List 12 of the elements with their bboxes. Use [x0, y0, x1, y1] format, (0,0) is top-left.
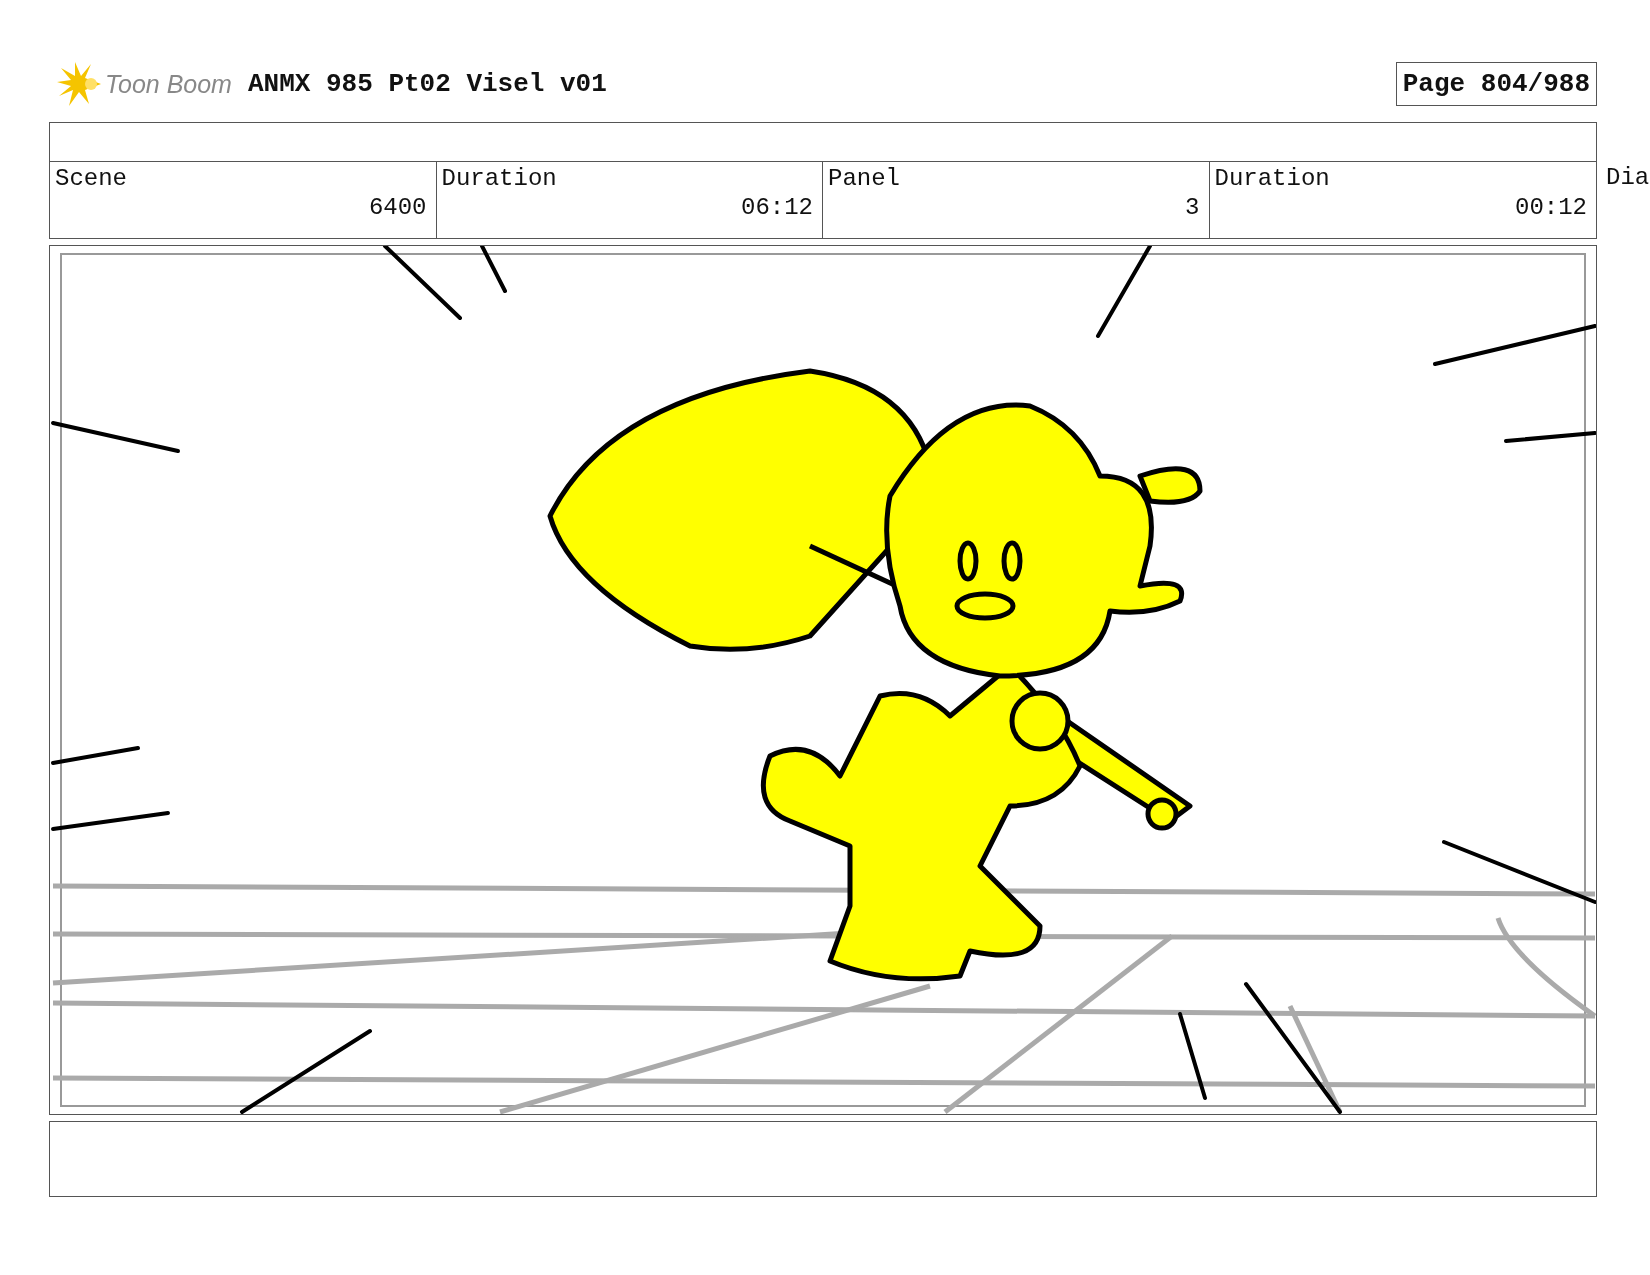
field-value: 6400 — [368, 194, 427, 221]
field-value: 00:12 — [1515, 194, 1587, 221]
field-label: Dia — [1606, 164, 1650, 191]
field-label: Scene — [55, 165, 127, 192]
page-number: Page 804/988 — [1395, 62, 1597, 106]
field-label: Duration — [441, 165, 557, 192]
field-label: Panel — [828, 165, 900, 192]
field-label: Duration — [1214, 165, 1330, 192]
logo-text: Toon Boom — [105, 69, 232, 99]
field-value: 06:12 — [741, 194, 813, 221]
field-value: 3 — [1185, 194, 1200, 221]
document-title: ANMX 985 Pt02 Visel v01 — [247, 69, 608, 99]
